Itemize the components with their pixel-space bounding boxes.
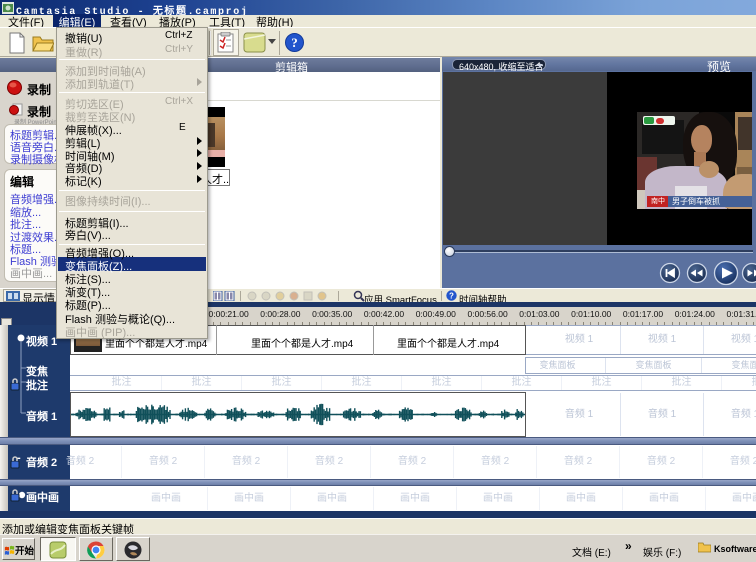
svg-text:?: ? — [291, 35, 298, 50]
svg-text:?: ? — [449, 292, 454, 301]
